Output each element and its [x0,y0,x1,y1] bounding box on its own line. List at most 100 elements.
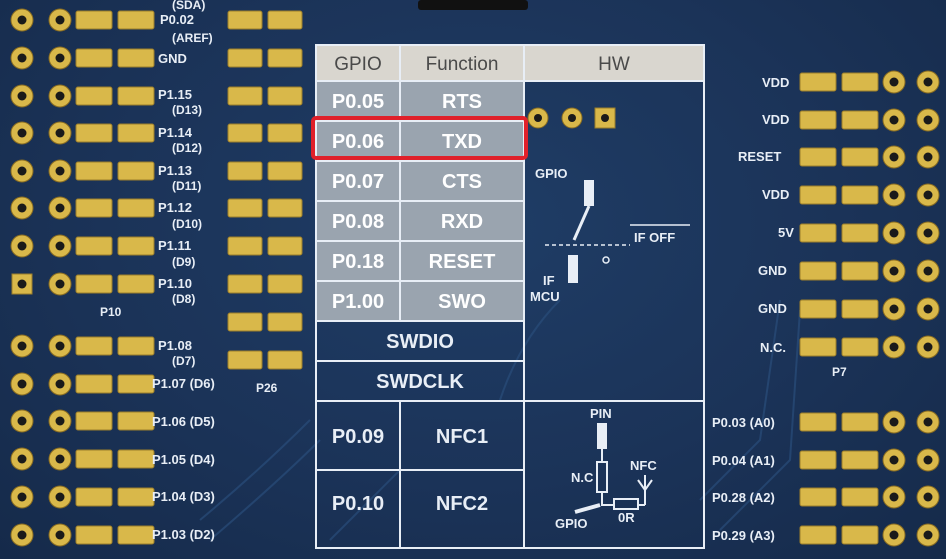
pad-hole [55,241,65,251]
smd-pad [75,10,113,30]
pad-hole [889,304,899,314]
smd-pad [75,161,113,181]
pad-hole [55,15,65,25]
pad-hole [923,304,933,314]
right-pin-header [799,70,940,547]
nfc-row-function: NFC1 [436,426,488,448]
hw-gpio-label: GPIO [535,166,568,181]
smd-pad [227,312,263,332]
label-aref: (AREF) [172,31,213,45]
hw-if-off-label: IF OFF [634,230,675,245]
smd-pad [227,274,263,294]
right-lower-label-0: P0.03 (A0) [712,415,775,430]
smd-pad [75,123,113,143]
right-lower-label-2: P0.28 (A2) [712,490,775,505]
right-label-2: RESET [738,149,781,164]
hw-nfc-diagram: PIN N.C NFC 0R GPIO [555,406,657,531]
pad-hole [17,241,27,251]
left-sublabel-4: (D10) [172,217,202,231]
left-label-5: P1.11 [158,238,191,253]
hw-mcu-label: MCU [530,289,560,304]
label-p7: P7 [832,365,847,379]
smd-pad [841,185,879,205]
smd-pad [117,48,155,68]
smd-pad [267,161,303,181]
smd-pad [799,337,837,357]
smd-pad [117,411,155,431]
smd-pad [799,450,837,470]
row-gpio: P0.18 [332,251,384,273]
pad-hole [889,455,899,465]
row-gpio: P0.05 [332,91,384,113]
row-gpio: P1.00 [332,291,384,313]
left-label-7: P1.08 [158,338,192,353]
right-label-5: GND [758,263,787,278]
pad-hole [889,417,899,427]
right-label-1: VDD [762,112,789,127]
left-label-2: P1.14 [158,125,193,140]
pcb-board: (SDA) P0.02 (AREF) GND P1.15 (D13) P1.14… [10,0,940,549]
smd-pad [799,525,837,545]
smd-pad [799,147,837,167]
pad-hole [17,492,27,502]
label-p26: P26 [256,381,278,395]
smd-pad [267,48,303,68]
left-sublabel-5: (D9) [172,255,195,269]
smd-pad [799,185,837,205]
smd-pad [841,299,879,319]
header-hw: HW [598,54,630,75]
pad-hole [889,152,899,162]
smd-pad [75,86,113,106]
smd-pad [227,48,263,68]
smd-pad [799,487,837,507]
left-label-9: P1.06 (D5) [152,414,215,429]
right-label-0: VDD [762,75,789,90]
left-label-8: P1.07 (D6) [152,376,215,391]
pad-hole [55,53,65,63]
pad-hole [17,53,27,63]
pad-hole [889,530,899,540]
pad-hole [55,416,65,426]
smd-pad [117,525,155,545]
pad-hole [17,530,27,540]
label-sda: (SDA) [172,0,205,12]
left-sublabel-6: (D8) [172,292,195,306]
hw-nc-label: N.C [571,470,594,485]
hw-gpio2-label: GPIO [555,516,588,531]
row-function: CTS [442,171,482,193]
pad-hole [889,190,899,200]
pad-hole [923,115,933,125]
pad-hole [17,341,27,351]
left-label-0: GND [158,51,187,66]
smd-pad [117,374,155,394]
smd-pad [227,198,263,218]
hw-pin-label: PIN [590,406,612,421]
left-label-6: P1.10 [158,276,192,291]
row-function: RESET [429,251,496,273]
pad-hole [55,166,65,176]
smd-pad [117,236,155,256]
smd-pad [267,198,303,218]
pad-hole [923,342,933,352]
right-label-4: 5V [778,225,794,240]
left-sublabel-1: (D13) [172,103,202,117]
left-sublabel-7: (D7) [172,354,195,368]
pad-hole [923,530,933,540]
left-sublabel-2: (D12) [172,141,202,155]
pad-hole [889,77,899,87]
top-component [418,0,528,10]
p26-pad-column [227,10,303,370]
smd-pad [799,299,837,319]
smd-pad [267,10,303,30]
hw-jumper-diagram: GPIO IF OFF IF MCU [527,107,690,304]
row-function: TXD [442,131,482,153]
smd-pad [75,525,113,545]
smd-pad [267,236,303,256]
smd-pad [841,487,879,507]
smd-pad [75,48,113,68]
pad-hole [923,266,933,276]
pad-hole [55,454,65,464]
pad-hole [889,228,899,238]
hw-nfc-label: NFC [630,458,657,473]
pad-hole [923,152,933,162]
